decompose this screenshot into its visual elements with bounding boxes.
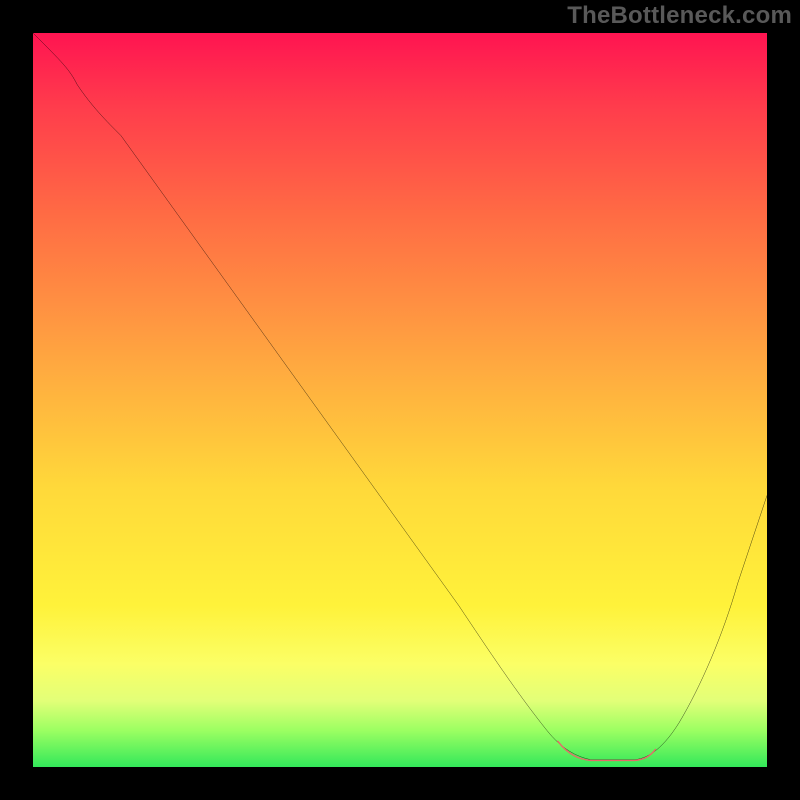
watermark-text: TheBottleneck.com — [567, 2, 792, 30]
plot-area — [33, 33, 767, 767]
curve-layer — [33, 33, 767, 767]
chart-frame: TheBottleneck.com — [0, 0, 800, 800]
bottleneck-curve — [33, 33, 767, 760]
plateau-marker — [558, 741, 656, 760]
